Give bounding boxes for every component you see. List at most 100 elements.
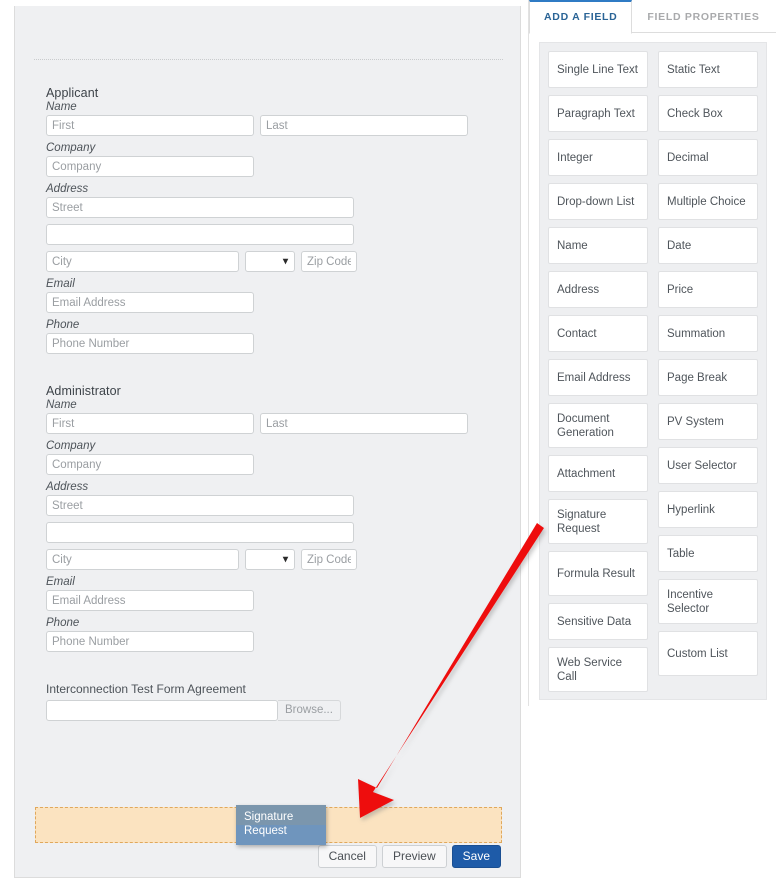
street-input-admin[interactable] xyxy=(46,495,354,516)
palette-left-column: Single Line Text Paragraph Text Integer … xyxy=(548,51,648,692)
drag-ghost-label: Signature Request xyxy=(244,811,294,837)
cancel-button[interactable]: Cancel xyxy=(317,845,377,868)
street2-row-admin xyxy=(46,522,520,543)
palette-item-web-service-call[interactable]: Web Service Call xyxy=(548,647,648,692)
company-row-admin xyxy=(46,454,520,475)
palette-item-decimal[interactable]: Decimal xyxy=(658,139,758,176)
phone-row-admin xyxy=(46,631,520,652)
palette-item-hyperlink[interactable]: Hyperlink xyxy=(658,491,758,528)
drag-ghost-signature-request[interactable]: Signature Request xyxy=(236,805,326,845)
street2-input[interactable] xyxy=(46,224,354,245)
zip-input[interactable] xyxy=(301,251,357,272)
street2-row xyxy=(46,224,520,245)
name-row xyxy=(46,115,520,136)
city-state-zip-row: ▾ xyxy=(46,251,520,272)
form-fields-area: Applicant Name Company Address ▾ xyxy=(15,86,520,721)
attachment-spacer xyxy=(15,658,520,682)
section-title-applicant: Applicant xyxy=(46,86,99,100)
palette-item-pv-system[interactable]: PV System xyxy=(658,403,758,440)
palette-item-name[interactable]: Name xyxy=(548,227,648,264)
palette-item-drop-down-list[interactable]: Drop-down List xyxy=(548,183,648,220)
field-palette-panel: ADD A FIELD FIELD PROPERTIES Single Line… xyxy=(528,0,776,706)
palette-item-static-text[interactable]: Static Text xyxy=(658,51,758,88)
label-address: Address xyxy=(46,183,89,195)
state-select[interactable] xyxy=(245,251,295,272)
name-row-admin xyxy=(46,413,520,434)
palette-item-document-generation[interactable]: Document Generation xyxy=(548,403,648,448)
state-select-wrapper-admin[interactable]: ▾ xyxy=(245,549,295,570)
state-select-admin[interactable] xyxy=(245,549,295,570)
last-name-input-admin[interactable] xyxy=(260,413,468,434)
city-input-admin[interactable] xyxy=(46,549,239,570)
tab-add-a-field[interactable]: ADD A FIELD xyxy=(529,0,633,34)
palette-item-address[interactable]: Address xyxy=(548,271,648,308)
label-name-admin: Name xyxy=(46,399,77,411)
palette-item-sensitive-data[interactable]: Sensitive Data xyxy=(548,603,648,640)
email-row-admin xyxy=(46,590,520,611)
save-button[interactable]: Save xyxy=(451,845,501,868)
company-row xyxy=(46,156,520,177)
palette-item-contact[interactable]: Contact xyxy=(548,315,648,352)
attachment-path-input[interactable] xyxy=(46,700,278,721)
palette-grid: Single Line Text Paragraph Text Integer … xyxy=(548,51,758,692)
company-input[interactable] xyxy=(46,156,254,177)
tab-field-properties[interactable]: FIELD PROPERTIES xyxy=(632,0,774,33)
last-name-input[interactable] xyxy=(260,115,468,136)
section-title-administrator: Administrator xyxy=(46,384,121,398)
street-input[interactable] xyxy=(46,197,354,218)
palette-item-formula-result[interactable]: Formula Result xyxy=(548,551,648,596)
first-name-input-admin[interactable] xyxy=(46,413,254,434)
city-input[interactable] xyxy=(46,251,239,272)
phone-row xyxy=(46,333,520,354)
form-builder-canvas: Applicant Name Company Address ▾ xyxy=(14,6,521,878)
browse-button[interactable]: Browse... xyxy=(278,700,341,721)
palette-item-summation[interactable]: Summation xyxy=(658,315,758,352)
label-phone: Phone xyxy=(46,319,80,331)
palette-item-paragraph-text[interactable]: Paragraph Text xyxy=(548,95,648,132)
form-section-administrator: Administrator Name Company Address xyxy=(15,384,520,652)
attachment-row: Browse... xyxy=(46,700,520,721)
first-name-input[interactable] xyxy=(46,115,254,136)
phone-input-admin[interactable] xyxy=(46,631,254,652)
palette-item-integer[interactable]: Integer xyxy=(548,139,648,176)
street-row-admin xyxy=(46,495,520,516)
state-select-wrapper[interactable]: ▾ xyxy=(245,251,295,272)
street-row xyxy=(46,197,520,218)
palette-item-signature-request[interactable]: Signature Request xyxy=(548,499,648,544)
palette-item-page-break[interactable]: Page Break xyxy=(658,359,758,396)
preview-button[interactable]: Preview xyxy=(381,845,447,868)
palette-item-incentive-selector[interactable]: Incentive Selector xyxy=(658,579,758,624)
palette-item-multiple-choice[interactable]: Multiple Choice xyxy=(658,183,758,220)
palette-item-single-line-text[interactable]: Single Line Text xyxy=(548,51,648,88)
palette-item-table[interactable]: Table xyxy=(658,535,758,572)
palette-item-user-selector[interactable]: User Selector xyxy=(658,447,758,484)
label-email-admin: Email xyxy=(46,576,75,588)
palette-item-attachment[interactable]: Attachment xyxy=(548,455,648,492)
palette-item-email-address[interactable]: Email Address xyxy=(548,359,648,396)
phone-input[interactable] xyxy=(46,333,254,354)
label-company: Company xyxy=(46,142,96,154)
email-input[interactable] xyxy=(46,292,254,313)
email-input-admin[interactable] xyxy=(46,590,254,611)
attachment-label: Interconnection Test Form Agreement xyxy=(46,682,246,696)
form-section-attachment: Interconnection Test Form Agreement Brow… xyxy=(15,682,520,721)
company-input-admin[interactable] xyxy=(46,454,254,475)
palette-item-custom-list[interactable]: Custom List xyxy=(658,631,758,676)
street2-input-admin[interactable] xyxy=(46,522,354,543)
canvas-top-divider xyxy=(34,59,503,60)
form-section-applicant: Applicant Name Company Address ▾ xyxy=(15,86,520,354)
form-action-bar: Cancel Preview Save xyxy=(317,845,501,868)
palette-inner-container: Single Line Text Paragraph Text Integer … xyxy=(539,42,767,700)
label-address-admin: Address xyxy=(46,481,89,493)
label-name: Name xyxy=(46,101,77,113)
palette-item-date[interactable]: Date xyxy=(658,227,758,264)
palette-item-check-box[interactable]: Check Box xyxy=(658,95,758,132)
city-state-zip-row-admin: ▾ xyxy=(46,549,520,570)
palette-right-column: Static Text Check Box Decimal Multiple C… xyxy=(658,51,758,692)
palette-item-price[interactable]: Price xyxy=(658,271,758,308)
email-row xyxy=(46,292,520,313)
label-phone-admin: Phone xyxy=(46,617,80,629)
label-company-admin: Company xyxy=(46,440,96,452)
zip-input-admin[interactable] xyxy=(301,549,357,570)
